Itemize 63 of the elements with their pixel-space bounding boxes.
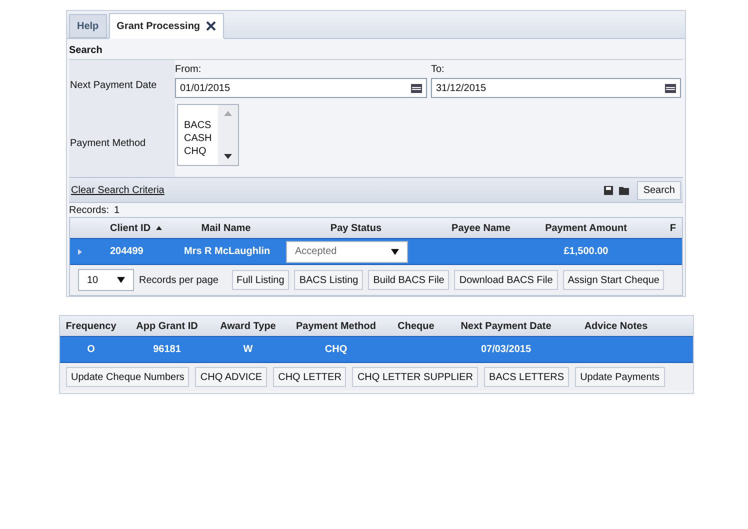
close-icon[interactable]: [206, 21, 216, 31]
payment-method-list[interactable]: BACS CASH CHQ: [177, 104, 239, 166]
column-header[interactable]: Next Payment Date: [444, 318, 568, 334]
records-count: 1: [114, 204, 120, 218]
scroll-down-icon[interactable]: [224, 154, 232, 159]
calendar-icon[interactable]: [411, 84, 422, 92]
action-button[interactable]: Full Listing: [232, 270, 290, 290]
field-label: To:: [431, 63, 446, 77]
date-field[interactable]: 31/12/2015: [431, 78, 681, 98]
table-row[interactable]: O 96181 W CHQ 07/03/2015: [60, 336, 693, 363]
dropdown-arrow-icon: [117, 277, 125, 283]
search-button[interactable]: Search: [637, 180, 681, 200]
tab[interactable]: Grant Processing: [108, 13, 224, 39]
column-header[interactable]: Cheque: [388, 318, 444, 334]
list-option[interactable]: CASH: [184, 132, 218, 145]
action-button[interactable]: Update Payments: [575, 367, 665, 387]
column-header[interactable]: Mail Name: [166, 220, 286, 236]
action-button[interactable]: CHQ LETTER SUPPLIER: [352, 367, 478, 387]
column-header[interactable]: Advice Notes: [568, 318, 664, 334]
table-cell-text: 204499: [110, 245, 144, 259]
date-field[interactable]: 01/01/2015: [175, 78, 427, 98]
save-icon[interactable]: [604, 186, 614, 194]
field-label: Next Payment Date: [70, 78, 157, 92]
list-option[interactable]: BACS: [184, 119, 218, 132]
column-header[interactable]: App Grant ID: [122, 318, 212, 334]
table-cell-text: £1,500.00: [562, 245, 610, 259]
table-cell-text: CHQ: [324, 343, 348, 357]
column-header[interactable]: Client ID: [70, 220, 166, 236]
table-cell-text: 96181: [152, 343, 182, 357]
records-label: Records:: [69, 204, 110, 218]
list-option[interactable]: CHQ: [184, 145, 218, 158]
table-cell-text: W: [242, 343, 254, 357]
field-label: Payment Method: [70, 137, 146, 151]
clear-search-link[interactable]: Clear Search Criteria: [71, 182, 598, 198]
dropdown-arrow-icon: [391, 248, 399, 254]
action-button[interactable]: Update Cheque Numbers: [66, 367, 190, 387]
pay-status-select[interactable]: Accepted: [286, 240, 408, 262]
folder-icon[interactable]: [619, 186, 632, 194]
action-button[interactable]: Assign Start Cheque: [562, 270, 664, 290]
tab[interactable]: Help: [69, 14, 107, 38]
action-button[interactable]: BACS Listing: [294, 270, 364, 290]
table-row[interactable]: 204499 Mrs R McLaughlin Accepted £1,500.00: [70, 238, 682, 265]
field-label: From:: [175, 63, 202, 77]
section-title: Search: [69, 44, 104, 58]
page-size-select[interactable]: 10: [78, 269, 134, 291]
column-header[interactable]: Frequency: [60, 318, 122, 334]
records-per-page-label: Records per page: [139, 274, 218, 288]
action-button[interactable]: BACS LETTERS: [484, 367, 570, 387]
action-button[interactable]: CHQ ADVICE: [195, 367, 268, 387]
column-header[interactable]: Payment Method: [284, 318, 388, 334]
table-cell-text: 07/03/2015: [480, 343, 532, 357]
column-header[interactable]: F: [636, 220, 676, 236]
calendar-icon[interactable]: [665, 84, 676, 92]
column-header[interactable]: Award Type: [212, 318, 284, 334]
column-header[interactable]: Pay Status: [286, 220, 426, 236]
column-header[interactable]: Payment Amount: [536, 220, 636, 236]
action-button[interactable]: Build BACS File: [368, 270, 450, 290]
action-button[interactable]: Download BACS File: [454, 270, 558, 290]
table-cell-text: O: [86, 343, 96, 357]
expand-icon[interactable]: [78, 248, 82, 254]
table-cell-text: Mrs R McLaughlin: [183, 245, 272, 259]
column-header[interactable]: Payee Name: [426, 220, 536, 236]
action-button[interactable]: CHQ LETTER: [273, 367, 346, 387]
